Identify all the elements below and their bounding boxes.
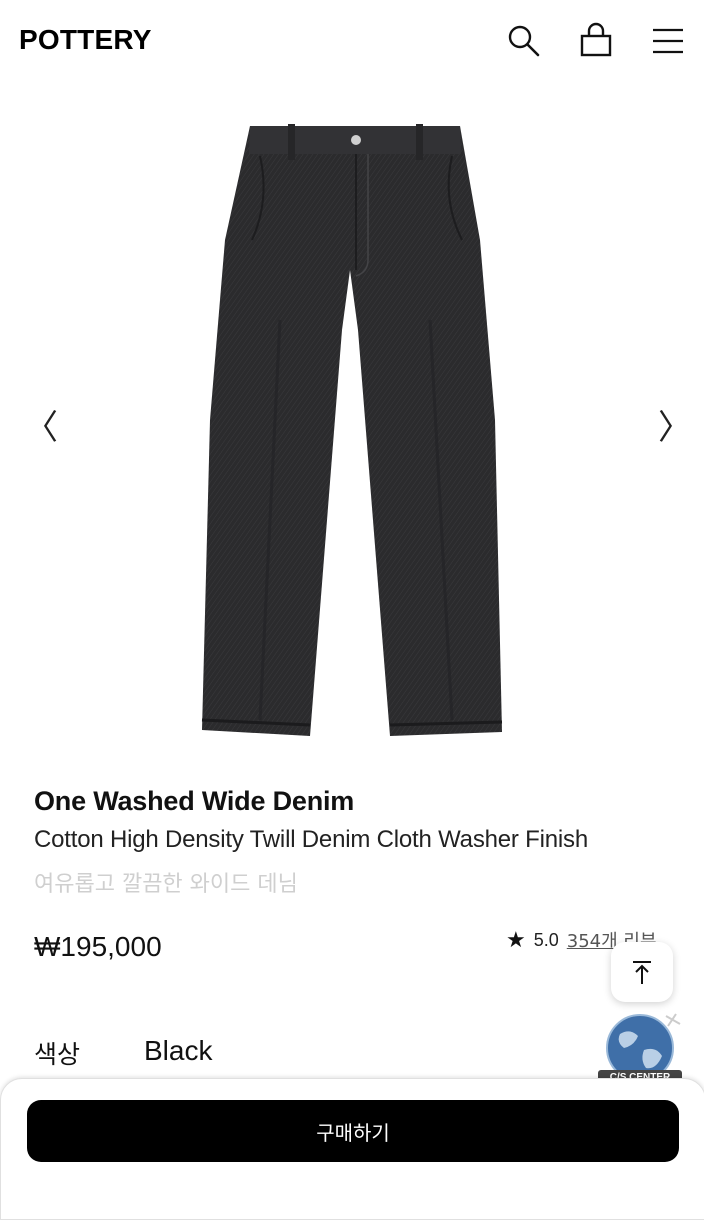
- product-image-denim-pants: [190, 120, 520, 745]
- prev-image-arrow[interactable]: 〈: [24, 408, 58, 448]
- product-subtitle: Cotton High Density Twill Denim Cloth Wa…: [34, 826, 588, 853]
- hamburger-menu-icon[interactable]: [650, 22, 686, 58]
- shopping-bag-icon[interactable]: [578, 22, 614, 58]
- rating-value: 5.0: [533, 929, 559, 950]
- product-korean-description: 여유롭고 깔끔한 와이드 데님: [34, 872, 298, 897]
- product-price: ₩195,000: [34, 931, 162, 962]
- product-title: One Washed Wide Denim: [34, 786, 355, 816]
- brand-logo[interactable]: POTTERY: [19, 24, 152, 56]
- top-nav-bar: POTTERY: [0, 0, 704, 82]
- color-option-value[interactable]: Black: [144, 1035, 212, 1067]
- purchase-bottom-sheet: 구매하기: [0, 1078, 704, 1220]
- arrow-up-icon: [633, 961, 651, 984]
- buy-button[interactable]: 구매하기: [27, 1100, 679, 1162]
- product-image-gallery[interactable]: 〈 〉: [0, 100, 704, 760]
- color-option-label: 색상: [34, 1040, 81, 1069]
- scroll-to-top-button[interactable]: [611, 942, 673, 1002]
- search-icon[interactable]: [505, 22, 541, 58]
- star-icon: ★: [506, 927, 526, 953]
- next-image-arrow[interactable]: 〉: [658, 408, 692, 448]
